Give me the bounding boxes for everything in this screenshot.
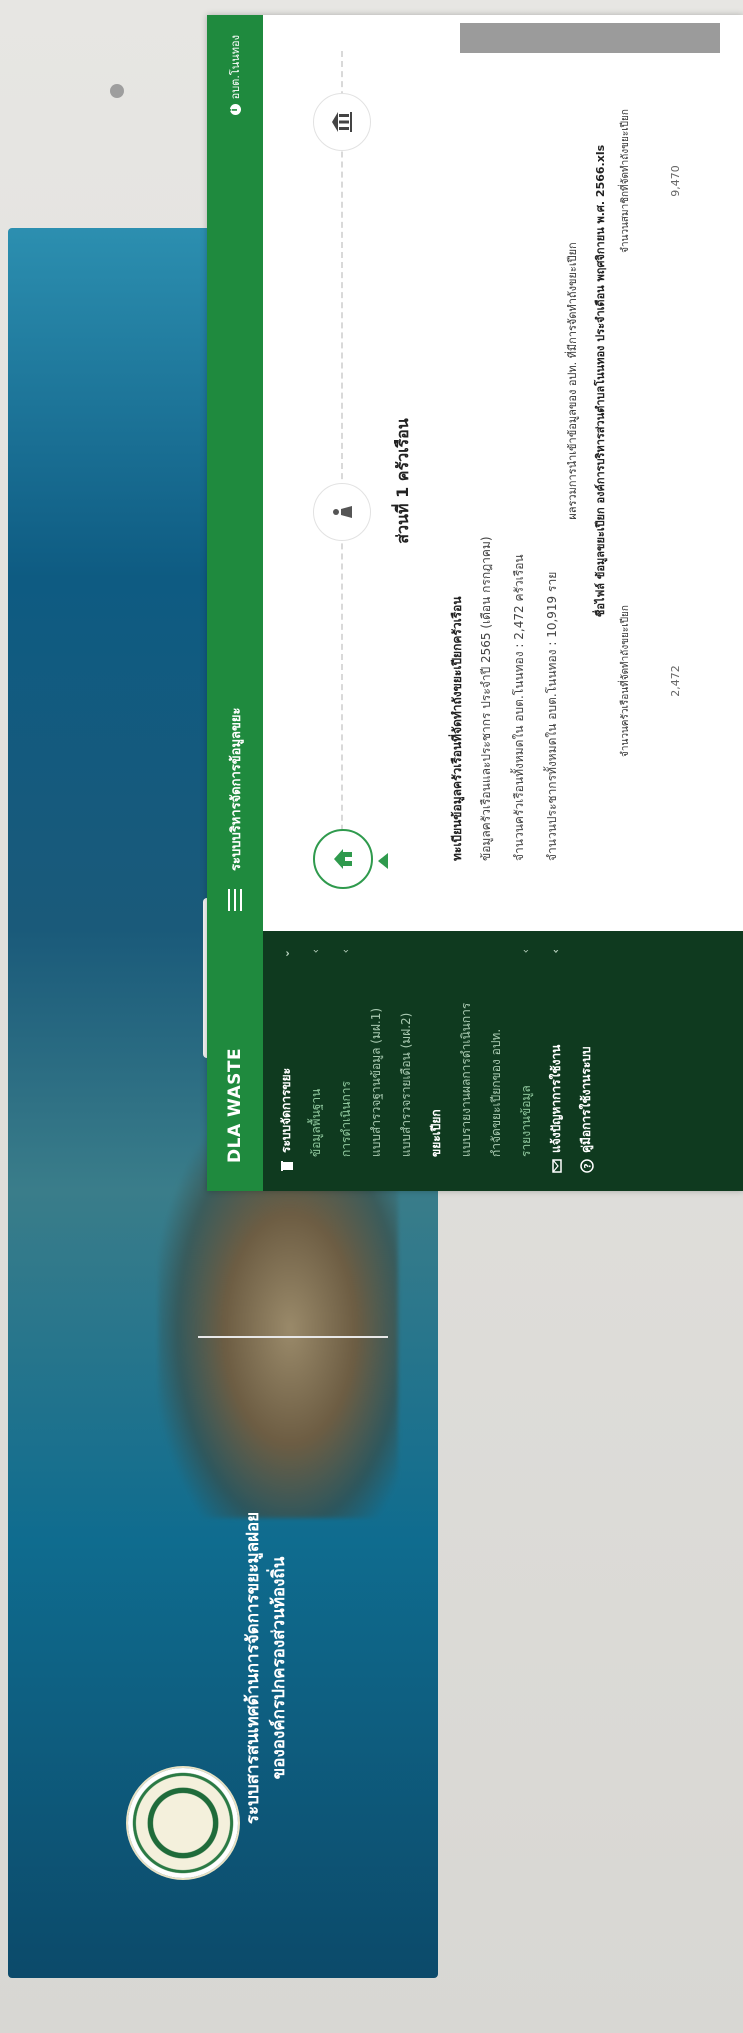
sidebar-item-wet-waste[interactable]: ขยะเปียก	[421, 931, 451, 1191]
building-icon	[332, 112, 352, 132]
step-organization[interactable]	[313, 93, 371, 151]
sidebar-item-label: แจ้งปัญหาการใช้งาน	[549, 1044, 563, 1153]
report-line1: ผลรวมการนำเข้าข้อมูลของ อปท. ที่มีการจัด…	[566, 242, 579, 520]
help-icon: ?	[579, 1159, 594, 1173]
stat-label: จำนวนครัวเรือนที่จัดทำถังขยะเปียก	[620, 605, 631, 757]
stat-value: 2,472	[669, 665, 682, 697]
page-title: ระบบบริหารจัดการข้อมูลขยะ	[228, 707, 244, 871]
sidebar-item-label: ระบบจัดการขยะ	[279, 1067, 293, 1153]
info-heading: ทะเบียนข้อมูลครัวเรือนที่จัดทำถังขยะเปีย…	[450, 596, 464, 861]
sidebar-item-report-problem[interactable]: แจ้งปัญหาการใช้งาน ‹	[541, 931, 571, 1191]
section-title: ส่วนที่ 1 ครัวเรือน	[393, 418, 412, 544]
sidebar-item-survey-mf2[interactable]: แบบสำรวจรายเดือน (มฝ.2)	[391, 931, 421, 1191]
user-label: อบต.โนนทอง	[229, 35, 242, 100]
login-title-line1: ระบบสารสนเทศด้านการจัดการขยะมูลฝอย	[243, 1511, 263, 1825]
chevron-down-icon: ⌄	[279, 949, 292, 959]
svg-text:?: ?	[584, 1163, 594, 1168]
chevron-left-icon: ‹	[519, 949, 532, 954]
sidebar-item-wet-waste-report-cont[interactable]: กำจัดขยะเปียกของ อปท.	[481, 931, 511, 1191]
sidebar-item-label: รายงานข้อมูล	[519, 1085, 533, 1157]
login-title-line2: ขององค์กรปกครองส่วนท้องถิ่น	[269, 1556, 289, 1780]
info-row-households: จำนวนครัวเรือนทั้งหมดใน อบต.โนนทอง : 2,4…	[512, 554, 526, 861]
login-divider	[198, 1336, 388, 1338]
report-filename: ชื่อไฟล์ ข้อมูลขยะเปียก องค์การบริหารส่ว…	[594, 144, 607, 618]
person-icon	[333, 506, 352, 518]
info-row-population: จำนวนประชากรทั้งหมดใน อบต.โนนทอง : 10,91…	[545, 571, 559, 861]
app-window: DLA WASTE ระบบจัดการขยะ ⌄ ข้อมูลพื้นฐาน …	[207, 15, 743, 1191]
sidebar-item-label: กำจัดขยะเปียกของ อปท.	[489, 1028, 503, 1157]
stat-members: จำนวนสมาชิกที่จัดทำถังขยะเปียก 9,470	[618, 15, 682, 431]
sidebar-item-label: ขยะเปียก	[429, 1109, 443, 1157]
chevron-left-icon: ‹	[549, 949, 562, 954]
sidebar-item-label: คู่มือการใช้งานระบบ	[579, 1046, 593, 1153]
chevron-left-icon: ‹	[309, 949, 322, 954]
stat-label: จำนวนสมาชิกที่จัดทำถังขยะเปียก	[620, 109, 631, 253]
sidebar-item-operations[interactable]: การดำเนินการ ‹	[331, 931, 361, 1191]
chevron-left-icon: ‹	[339, 949, 352, 954]
sidebar-item-label: ข้อมูลพื้นฐาน	[309, 1088, 323, 1157]
household-info: ทะเบียนข้อมูลครัวเรือนที่จัดทำถังขยะเปีย…	[448, 341, 576, 861]
sidebar-item-survey-mf1[interactable]: แบบสำรวจฐานข้อมูล (มฝ.1)	[361, 931, 391, 1191]
menu-toggle-icon[interactable]	[224, 889, 246, 911]
stat-value: 9,470	[669, 165, 682, 197]
sidebar: DLA WASTE ระบบจัดการขยะ ⌄ ข้อมูลพื้นฐาน …	[207, 931, 743, 1191]
step-household[interactable]	[313, 829, 373, 889]
stats-row: จำนวนครัวเรือนที่จัดทำถังขยะเปียก 2,472 …	[618, 15, 682, 931]
report-summary: ผลรวมการนำเข้าข้อมูลของ อปท. ที่มีการจัด…	[563, 15, 609, 931]
sidebar-item-label: แบบสำรวจฐานข้อมูล (มฝ.1)	[369, 1007, 383, 1157]
main-content: ส่วนที่ 1 ครัวเรือน ทะเบียนข้อมูลครัวเรื…	[263, 15, 743, 931]
step-active-marker	[378, 853, 388, 869]
sidebar-item-wet-waste-report[interactable]: แบบรายงานผลการดำเนินการ	[451, 931, 481, 1191]
brand-logo[interactable]: DLA WASTE	[207, 931, 263, 1191]
info-row-population-data: ข้อมูลครัวเรือนและประชากร ประจำปี 2565 (…	[479, 536, 493, 861]
mail-icon	[549, 1159, 563, 1173]
user-icon: i	[229, 104, 241, 116]
step-connector	[341, 51, 343, 871]
sidebar-item-reports[interactable]: รายงานข้อมูล ‹	[511, 931, 541, 1191]
sidebar-item-basic-data[interactable]: ข้อมูลพื้นฐาน ‹	[301, 931, 331, 1191]
rotated-canvas: ระบบสารสนเทศด้านการจัดการขยะมูลฝอย ขององ…	[0, 0, 743, 2033]
sidebar-item-waste-system[interactable]: ระบบจัดการขยะ ⌄	[271, 931, 301, 1191]
sidebar-item-label: แบบสำรวจรายเดือน (มฝ.2)	[399, 1012, 413, 1157]
sidebar-item-label: แบบรายงานผลการดำเนินการ	[459, 1002, 473, 1157]
login-title: ระบบสารสนเทศด้านการจัดการขยะมูลฝอย ขององ…	[240, 1408, 292, 1928]
dla-seal-logo	[128, 1768, 238, 1878]
user-menu[interactable]: i อบต.โนนทอง	[226, 35, 244, 116]
sidebar-menu: ระบบจัดการขยะ ⌄ ข้อมูลพื้นฐาน ‹ การดำเนิ…	[263, 931, 601, 1191]
stat-households: จำนวนครัวเรือนที่จัดทำถังขยะเปียก 2,472	[618, 431, 682, 931]
top-bar: ระบบบริหารจัดการข้อมูลขยะ i อบต.โนนทอง	[207, 15, 263, 931]
sidebar-item-manual[interactable]: ? คู่มือการใช้งานระบบ	[571, 931, 601, 1191]
trash-icon	[279, 1159, 293, 1173]
house-icon	[334, 849, 352, 869]
camera-dot	[110, 84, 124, 98]
background-strip	[460, 23, 720, 53]
photo-background: ระบบสารสนเทศด้านการจัดการขยะมูลฝอย ขององ…	[0, 0, 743, 2033]
sidebar-item-label: การดำเนินการ	[339, 1081, 353, 1157]
step-person[interactable]	[313, 483, 371, 541]
step-indicator: ส่วนที่ 1 ครัวเรือน	[263, 31, 413, 931]
